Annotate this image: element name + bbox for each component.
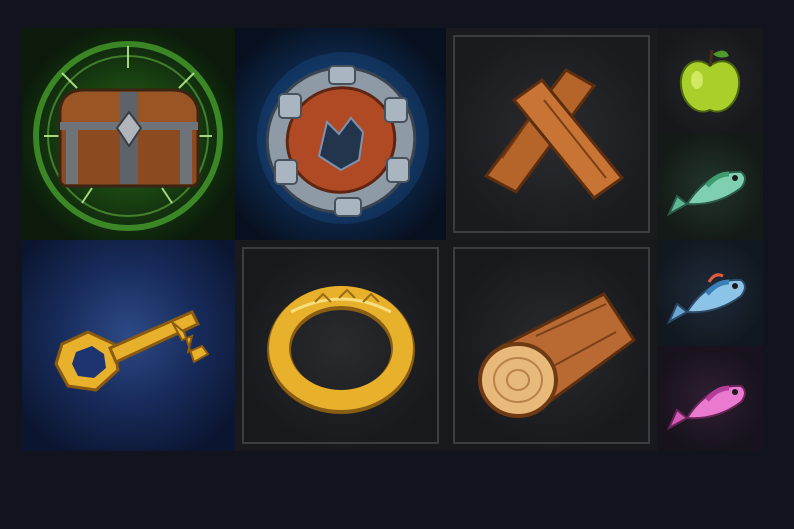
- wooden-planks-icon: [483, 68, 625, 201]
- inventory-slot-ring[interactable]: [235, 240, 446, 451]
- inventory-slot-chest[interactable]: [22, 28, 235, 240]
- inventory-slot-pink-fish[interactable]: [657, 346, 763, 451]
- blue-fish-icon: [666, 273, 746, 325]
- wolf-shield-icon: [257, 52, 429, 224]
- inventory-slot-green-fish[interactable]: [657, 134, 763, 240]
- inventory-slot-blue-fish[interactable]: [657, 240, 763, 346]
- inventory-slot-apple[interactable]: [657, 28, 763, 134]
- green-fish-icon: [666, 170, 746, 217]
- inventory-slot-key[interactable]: [22, 240, 235, 451]
- golden-ring-icon: [267, 286, 415, 414]
- inventory-slot-planks[interactable]: [446, 28, 657, 240]
- inventory-slot-log[interactable]: [446, 240, 657, 451]
- green-apple-icon: [679, 49, 741, 113]
- wood-log-icon: [478, 292, 637, 418]
- inventory-slot-shield[interactable]: [235, 28, 446, 240]
- golden-key-icon: [54, 310, 210, 392]
- inventory-grid: [22, 28, 763, 451]
- pink-fish-icon: [666, 384, 746, 431]
- treasure-chest-icon: [33, 41, 223, 231]
